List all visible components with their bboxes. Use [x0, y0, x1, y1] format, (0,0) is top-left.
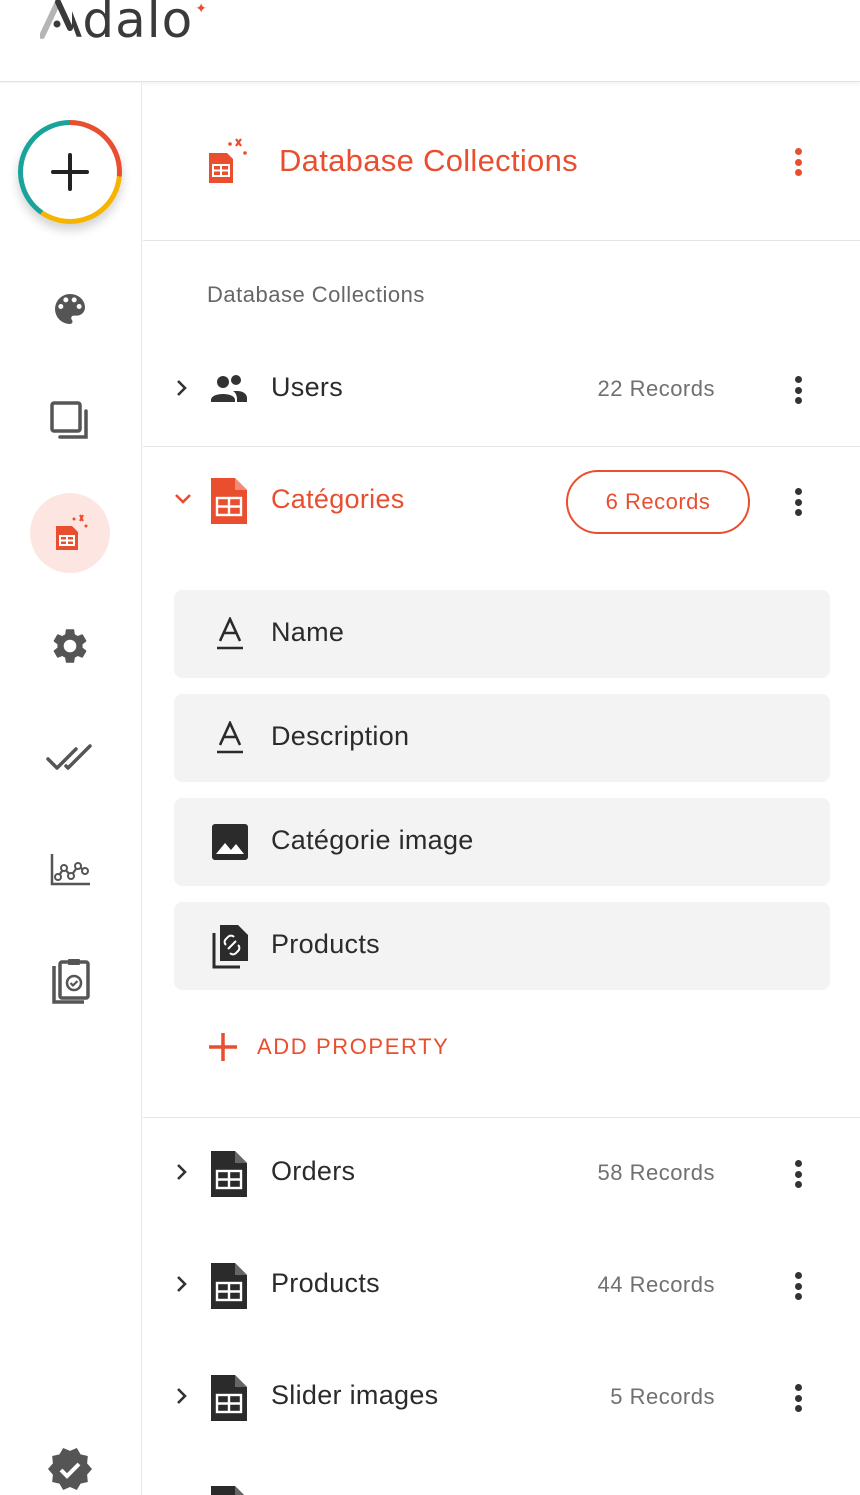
record-count[interactable]: 44 Records — [597, 1272, 715, 1298]
collection-sheet-icon — [211, 1486, 244, 1495]
collection-sheet-icon — [211, 478, 247, 524]
sidebar-item-status[interactable] — [46, 1445, 94, 1493]
analytics-icon — [50, 854, 90, 886]
dot-icon — [794, 397, 802, 404]
top-bar: Adalo ✦ — [0, 0, 860, 82]
dot-icon — [794, 1282, 802, 1290]
chevron-right-icon[interactable] — [173, 1386, 191, 1406]
add-property-label: ADD PROPERTY — [257, 1034, 450, 1059]
collection-name: Products — [271, 1268, 380, 1298]
dot-icon — [794, 1384, 802, 1391]
collection-name: Catégories — [271, 484, 405, 514]
sidebar-item-publish[interactable] — [46, 734, 94, 782]
add-property-button[interactable]: ADD PROPERTY — [207, 1030, 449, 1064]
chevron-right-icon[interactable] — [173, 1162, 191, 1182]
palette-icon — [55, 294, 85, 324]
main-content: Database Collections Database Collection… — [143, 83, 860, 1495]
adalo-logo[interactable]: Adalo ✦ — [40, 0, 207, 48]
row-more-menu[interactable] — [786, 370, 810, 410]
record-count[interactable]: 58 Records — [597, 1160, 715, 1186]
chevron-right-icon[interactable] — [173, 1274, 191, 1294]
record-count[interactable]: 5 Records — [610, 1384, 715, 1410]
dot-icon — [794, 386, 802, 394]
text-icon — [208, 612, 252, 656]
double-check-icon — [46, 744, 92, 770]
dot-icon — [794, 169, 802, 176]
dot-icon — [794, 1405, 802, 1412]
records-button[interactable]: 6 Records — [566, 470, 750, 534]
dot-icon — [794, 1181, 802, 1188]
sidebar-item-testing[interactable] — [46, 958, 94, 1006]
gear-icon — [53, 629, 87, 663]
row-more-menu[interactable] — [786, 1266, 810, 1306]
collection-sheet-icon — [211, 1263, 247, 1309]
row-more-menu[interactable] — [786, 1378, 810, 1418]
logo-star-icon: ✦ — [195, 0, 207, 16]
chevron-right-icon[interactable] — [173, 378, 191, 398]
property-name: Products — [271, 929, 380, 959]
sidebar-item-database[interactable] — [30, 493, 110, 573]
collection-row-orders[interactable]: Orders 58 Records — [143, 1118, 860, 1230]
verified-badge-icon — [48, 1448, 92, 1490]
dot-icon — [794, 498, 802, 506]
row-more-menu[interactable] — [786, 482, 810, 522]
collection-row-products[interactable]: Products 44 Records — [143, 1230, 860, 1342]
chevron-down-icon[interactable] — [173, 490, 193, 508]
collection-row-users[interactable]: Users 22 Records — [143, 334, 860, 446]
collection-row-partial[interactable] — [143, 1454, 860, 1495]
collection-sheet-icon — [211, 1151, 247, 1197]
property-name: Name — [271, 617, 345, 647]
property-name: Catégorie image — [271, 825, 474, 855]
collection-row-slider-images[interactable]: Slider images 5 Records — [143, 1342, 860, 1454]
sidebar — [0, 83, 142, 1495]
database-icon — [56, 514, 88, 550]
plus-icon — [209, 1033, 237, 1061]
dot-icon — [794, 376, 802, 383]
property-row-description[interactable]: Description — [174, 694, 830, 782]
collection-name: Slider images — [271, 1380, 439, 1410]
dot-icon — [794, 509, 802, 516]
sidebar-item-screens[interactable] — [46, 397, 94, 445]
sidebar-item-analytics[interactable] — [46, 846, 94, 894]
page-header: Database Collections — [143, 83, 860, 241]
header-more-menu[interactable] — [786, 142, 810, 182]
text-icon — [208, 716, 252, 760]
collection-name: Users — [271, 372, 344, 402]
sidebar-item-branding[interactable] — [46, 285, 94, 333]
add-button[interactable] — [18, 120, 122, 224]
section-label: Database Collections — [207, 282, 425, 307]
screens-icon — [50, 401, 88, 439]
users-icon — [211, 375, 247, 402]
dot-icon — [794, 1160, 802, 1167]
record-count[interactable]: 22 Records — [597, 376, 715, 402]
dot-icon — [794, 148, 802, 155]
page-title: Database Collections — [279, 143, 578, 178]
dot-icon — [794, 1293, 802, 1300]
dot-icon — [794, 1394, 802, 1402]
plus-icon — [51, 153, 89, 191]
dot-icon — [794, 1170, 802, 1178]
dot-icon — [794, 488, 802, 495]
sidebar-item-settings[interactable] — [46, 622, 94, 670]
logo-mark-icon — [40, 0, 73, 39]
clipboard-check-icon — [52, 959, 90, 1004]
row-more-menu[interactable] — [786, 1154, 810, 1194]
property-name: Description — [271, 721, 410, 751]
image-icon — [208, 820, 252, 864]
database-collections-icon — [205, 135, 249, 192]
property-row-categorie-image[interactable]: Catégorie image — [174, 798, 830, 886]
collection-name: Orders — [271, 1156, 356, 1186]
collection-sheet-icon — [211, 1375, 247, 1421]
relationship-icon — [208, 924, 252, 969]
dot-icon — [794, 1272, 802, 1279]
collection-row-categories[interactable]: Catégories 6 Records — [143, 446, 860, 558]
property-row-products[interactable]: Products — [174, 902, 830, 990]
dot-icon — [794, 158, 802, 166]
property-row-name[interactable]: Name — [174, 590, 830, 678]
